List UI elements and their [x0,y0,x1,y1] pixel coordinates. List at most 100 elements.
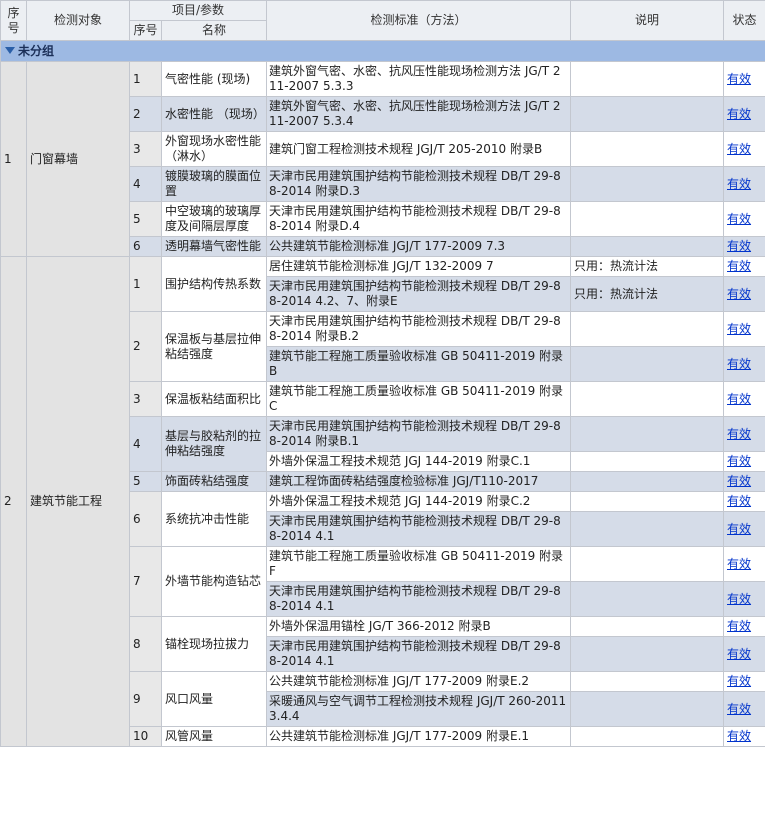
status-link[interactable]: 有效 [727,72,751,86]
header-item-seq[interactable]: 序号 [129,20,162,41]
header-note[interactable]: 说明 [570,0,725,41]
status-link[interactable]: 有效 [727,729,751,743]
status-cell: 有效 [723,236,765,257]
item-num-cell: 1 [129,61,162,97]
standard-cell: 外墙外保温工程技术规范 JGJ 144-2019 附录C.2 [266,491,572,512]
note-cell [570,201,725,237]
item-name-cell: 基层与胶粘剂的拉伸粘结强度 [160,416,268,472]
status-cell: 有效 [723,616,765,637]
status-link[interactable]: 有效 [727,177,751,191]
note-cell [570,491,725,512]
status-cell: 有效 [723,691,765,727]
status-link[interactable]: 有效 [727,474,751,488]
table-row[interactable]: 1 门窗幕墙 1 气密性能 (现场) 建筑外窗气密、水密、抗风压性能现场检测方法 JG/… [0,61,765,257]
status-link[interactable]: 有效 [727,619,751,633]
status-link[interactable]: 有效 [727,287,751,301]
item-name-cell: 饰面砖粘结强度 [160,471,268,492]
item-name-cell: 围护结构传热系数 [160,256,268,312]
status-link[interactable]: 有效 [727,259,751,273]
standard-cell: 天津市民用建筑围护结构节能检测技术规程 DB/T 29-88-2014 4.2、… [266,276,572,312]
item-num-cell: 6 [129,236,162,257]
item-num-cell: 2 [129,96,162,132]
header-seq[interactable]: 序号 [0,0,27,41]
item-name-cell: 外墙节能构造钻芯 [160,546,268,617]
header-object[interactable]: 检测对象 [26,0,130,41]
header-item-param[interactable]: 项目/参数 [128,0,268,21]
note-cell [570,311,725,347]
standard-cell: 公共建筑节能检测标准 JGJ/T 177-2009 附录E.2 [266,671,572,692]
standard-cell: 建筑节能工程施工质量验收标准 GB 50411-2019 附录F [266,546,572,582]
item-num-cell: 3 [129,381,162,417]
item-num-cell: 5 [129,471,162,492]
status-link[interactable]: 有效 [727,427,751,441]
note-cell [570,546,725,582]
status-link[interactable]: 有效 [727,239,751,253]
group-header[interactable]: 未分组 [0,40,765,62]
standard-cell: 建筑门窗工程检测技术规程 JGJ/T 205-2010 附录B [266,131,572,167]
standard-cell: 建筑工程饰面砖粘结强度检验标准 JGJ/T110-2017 [266,471,572,492]
status-cell: 有效 [723,276,765,312]
status-link[interactable]: 有效 [727,647,751,661]
status-link[interactable]: 有效 [727,212,751,226]
note-cell [570,691,725,727]
note-cell [570,511,725,547]
item-num-cell: 6 [129,491,162,547]
status-cell: 有效 [723,311,765,347]
table-body: 未分组 1 门窗幕墙 1 气密性能 (现场) 建筑外窗气密、水密、抗风压性能现场检测方法… [0,40,765,747]
item-name-cell: 镀膜玻璃的膜面位置 [160,166,268,202]
item-name-cell: 中空玻璃的玻璃厚度及间隔层厚度 [160,201,268,237]
item-num-cell: 9 [129,671,162,727]
table-header: 序号 检测对象 项目/参数 检测标准（方法） 说明 状态 序号 名称 [0,0,765,41]
status-link[interactable]: 有效 [727,142,751,156]
item-name-cell: 锚栓现场拉拔力 [160,616,268,672]
standard-cell: 建筑节能工程施工质量验收标准 GB 50411-2019 附录B [266,346,572,382]
table-row[interactable]: 2 建筑节能工程 1 围护结构传热系数 居住建筑节能检测标准 JGJ/T 132-200… [0,256,765,747]
note-cell [570,451,725,472]
standard-cell: 建筑节能工程施工质量验收标准 GB 50411-2019 附录C [266,381,572,417]
status-cell: 有效 [723,61,765,97]
status-link[interactable]: 有效 [727,557,751,571]
note-cell [570,636,725,672]
item-name-cell: 外窗现场水密性能（淋水） [160,131,268,167]
status-link[interactable]: 有效 [727,107,751,121]
item-num-cell: 2 [129,311,162,382]
standard-cell: 天津市民用建筑围护结构节能检测技术规程 DB/T 29-88-2014 4.1 [266,636,572,672]
item-num-cell: 7 [129,546,162,617]
note-cell [570,616,725,637]
item-name-cell: 透明幕墙气密性能 [160,236,268,257]
status-link[interactable]: 有效 [727,322,751,336]
group-row[interactable]: 未分组 [0,40,765,62]
item-name-cell: 风口风量 [160,671,268,727]
status-link[interactable]: 有效 [727,674,751,688]
note-cell [570,61,725,97]
header-item-name[interactable]: 名称 [160,20,268,41]
item-num-cell: 8 [129,616,162,672]
item-name-cell: 气密性能 (现场) [160,61,268,97]
status-link[interactable]: 有效 [727,494,751,508]
collapse-triangle-icon[interactable] [5,46,15,54]
standard-cell: 天津市民用建筑围护结构节能检测技术规程 DB/T 29-88-2014 附录D.… [266,201,572,237]
status-link[interactable]: 有效 [727,454,751,468]
item-name-cell: 保温板粘结面积比 [160,381,268,417]
note-cell: 只用：热流计法 [570,276,725,312]
group-seq-cell: 1 [0,61,27,257]
status-cell: 有效 [723,511,765,547]
status-cell: 有效 [723,471,765,492]
standard-cell: 外墙外保温工程技术规范 JGJ 144-2019 附录C.1 [266,451,572,472]
status-link[interactable]: 有效 [727,522,751,536]
note-cell [570,726,725,747]
note-cell [570,96,725,132]
status-cell: 有效 [723,491,765,512]
status-link[interactable]: 有效 [727,357,751,371]
status-link[interactable]: 有效 [727,592,751,606]
standard-cell: 天津市民用建筑围护结构节能检测技术规程 DB/T 29-88-2014 4.1 [266,581,572,617]
header-status[interactable]: 状态 [723,0,765,41]
header-standard[interactable]: 检测标准（方法） [266,0,572,41]
status-cell: 有效 [723,581,765,617]
status-cell: 有效 [723,726,765,747]
note-cell [570,471,725,492]
note-cell [570,581,725,617]
standards-table-view: 序号 检测对象 项目/参数 检测标准（方法） 说明 状态 序号 名称 未分组 1… [0,0,765,820]
status-link[interactable]: 有效 [727,392,751,406]
status-link[interactable]: 有效 [727,702,751,716]
